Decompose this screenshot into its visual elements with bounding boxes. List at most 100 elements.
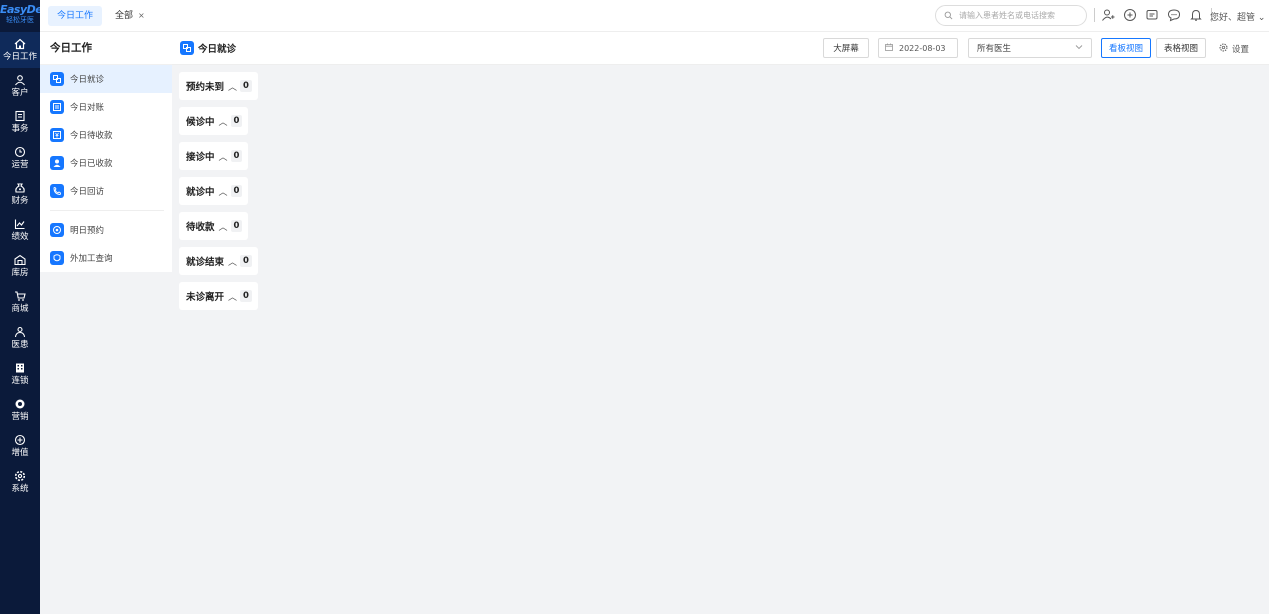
tab-close-icon[interactable]: × xyxy=(138,11,145,20)
chat-icon[interactable] xyxy=(1167,8,1181,22)
status-count: 0 xyxy=(240,255,252,267)
nav-label: 医患 xyxy=(11,340,29,350)
top-bar: 今日工作 全部 × 您好、超管 ⌄ xyxy=(40,0,1269,32)
nav-item-system[interactable]: 系统 xyxy=(0,464,40,500)
status-label: 待收款 xyxy=(186,222,215,233)
doctor-select-value: 所有医生 xyxy=(977,44,1012,54)
sub-item-label: 今日回访 xyxy=(70,187,105,197)
status-count: 0 xyxy=(230,150,243,162)
received-payment-icon xyxy=(50,156,64,170)
collapse-icon[interactable]: ︿ xyxy=(228,290,237,303)
nav-item-marketing[interactable]: 营销 xyxy=(0,392,40,428)
visit-icon xyxy=(180,41,194,55)
nav-label: 增值 xyxy=(11,448,29,458)
sub-item-received-payment[interactable]: 今日已收款 xyxy=(40,149,172,177)
sub-item-label: 今日已收款 xyxy=(70,159,113,169)
collapse-icon[interactable]: ︿ xyxy=(219,115,228,128)
table-view-button[interactable]: 表格视图 xyxy=(1156,38,1206,58)
nav-label: 商城 xyxy=(11,304,29,314)
nav-item-chain[interactable]: 连锁 xyxy=(0,356,40,392)
sub-item-tomorrow-appointment[interactable]: 明日预约 xyxy=(40,216,172,244)
main-nav: EasyDent 轻松牙医 今日工作 客户 事务 运营 财务 绩效 库房 商城 … xyxy=(0,0,55,614)
follow-up-icon xyxy=(50,184,64,198)
nav-item-performance[interactable]: 绩效 xyxy=(0,212,40,248)
search-icon xyxy=(944,9,953,23)
tab-label: 全部 xyxy=(115,11,134,21)
status-card-left-untreated[interactable]: 未诊离开 ︿ 0 xyxy=(179,282,258,310)
nav-item-warehouse[interactable]: 库房 xyxy=(0,248,40,284)
message-icon[interactable] xyxy=(1145,8,1159,22)
nav-label: 今日工作 xyxy=(2,52,37,62)
page-title: 今日就诊 xyxy=(180,41,236,55)
status-count: 0 xyxy=(230,220,243,232)
divider xyxy=(1094,8,1095,22)
doctor-icon xyxy=(14,326,26,338)
board-view-button[interactable]: 看板视图 xyxy=(1101,38,1151,58)
warehouse-icon xyxy=(14,254,26,266)
sub-item-pending-payment[interactable]: 今日待收款 xyxy=(40,121,172,149)
nav-item-finance[interactable]: 财务 xyxy=(0,176,40,212)
collapse-icon[interactable]: ︿ xyxy=(228,80,237,93)
search-input[interactable] xyxy=(959,11,1079,20)
date-picker[interactable]: 2022-08-03 xyxy=(878,38,958,58)
task-icon xyxy=(14,110,26,122)
nav-item-operations[interactable]: 运营 xyxy=(0,140,40,176)
tab-label: 今日工作 xyxy=(57,11,94,21)
nav-label: 财务 xyxy=(11,196,29,206)
status-card-waiting[interactable]: 候诊中 ︿ 0 xyxy=(179,107,249,135)
nav-item-value-added[interactable]: 增值 xyxy=(0,428,40,464)
status-count: 0 xyxy=(230,115,243,127)
sub-item-label: 今日对账 xyxy=(70,103,105,113)
nav-item-today-work[interactable]: 今日工作 xyxy=(0,32,40,68)
status-card-receiving[interactable]: 接诊中 ︿ 0 xyxy=(179,142,249,170)
status-card-finished[interactable]: 就诊结束 ︿ 0 xyxy=(179,247,258,275)
settings-link[interactable]: 设置 xyxy=(1219,43,1249,55)
nav-label: 库房 xyxy=(11,268,29,278)
value-add-icon xyxy=(14,434,26,446)
app-logo[interactable]: EasyDent 轻松牙医 xyxy=(0,0,55,32)
status-card-no-show[interactable]: 预约未到 ︿ 0 xyxy=(179,72,258,100)
sub-item-follow-up[interactable]: 今日回访 xyxy=(40,177,172,205)
cart-icon xyxy=(14,290,26,302)
sub-item-today-reconcile[interactable]: 今日对账 xyxy=(40,93,172,121)
sub-item-label: 今日待收款 xyxy=(70,131,113,141)
nav-item-mall[interactable]: 商城 xyxy=(0,284,40,320)
patient-search[interactable] xyxy=(935,5,1087,26)
add-user-icon[interactable] xyxy=(1101,8,1115,22)
calendar-icon xyxy=(885,43,899,53)
status-card-in-treatment[interactable]: 就诊中 ︿ 0 xyxy=(179,177,249,205)
nav-label: 营销 xyxy=(11,412,29,422)
add-circle-icon[interactable] xyxy=(1123,8,1137,22)
sub-item-label: 外加工查询 xyxy=(70,254,113,264)
content-header: 今日就诊 大屏幕 2022-08-03 所有医生 看板视图 表格视图 设置 xyxy=(172,32,1269,65)
chevron-down-icon xyxy=(1075,43,1083,54)
settings-icon xyxy=(14,470,26,482)
nav-item-doctor-patient[interactable]: 医患 xyxy=(0,320,40,356)
bell-icon[interactable] xyxy=(1189,8,1203,22)
collapse-icon[interactable]: ︿ xyxy=(219,185,228,198)
status-count: 0 xyxy=(240,80,252,92)
collapse-icon[interactable]: ︿ xyxy=(219,220,228,233)
money-bag-icon xyxy=(14,182,26,194)
sub-item-outsourcing-query[interactable]: 外加工查询 xyxy=(40,244,172,272)
marketing-icon xyxy=(14,398,26,410)
logo-subtitle: 轻松牙医 xyxy=(6,16,34,24)
doctor-select[interactable]: 所有医生 xyxy=(968,38,1092,58)
nav-item-affairs[interactable]: 事务 xyxy=(0,104,40,140)
tab-today-work[interactable]: 今日工作 xyxy=(48,6,103,26)
status-label: 就诊中 xyxy=(186,187,215,198)
nav-item-customer[interactable]: 客户 xyxy=(0,68,40,104)
sub-item-today-visit[interactable]: 今日就诊 xyxy=(40,65,172,93)
visit-icon xyxy=(50,72,64,86)
status-count: 0 xyxy=(240,290,252,302)
collapse-icon[interactable]: ︿ xyxy=(219,150,228,163)
appointment-icon xyxy=(50,223,64,237)
status-label: 接诊中 xyxy=(186,152,215,163)
status-card-pending-payment[interactable]: 待收款 ︿ 0 xyxy=(179,212,249,240)
status-label: 就诊结束 xyxy=(186,257,225,268)
user-menu[interactable]: 您好、超管 ⌄ xyxy=(1210,10,1265,23)
settings-label: 设置 xyxy=(1232,45,1250,55)
collapse-icon[interactable]: ︿ xyxy=(228,255,237,268)
tab-all[interactable]: 全部 × xyxy=(106,6,154,26)
big-screen-button[interactable]: 大屏幕 xyxy=(823,38,869,58)
